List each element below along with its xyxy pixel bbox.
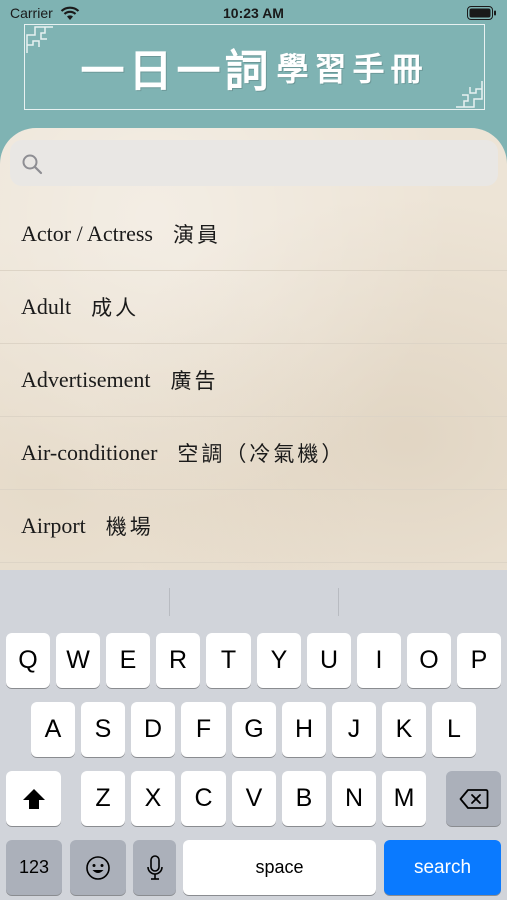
key-b[interactable]: B [282,771,326,826]
dictation-key[interactable] [133,840,176,895]
suggestion-divider [169,588,170,616]
app-title-sub: 學習手冊 [276,50,429,88]
key-z[interactable]: Z [81,771,125,826]
word-english: Actor / Actress [21,221,153,246]
search-key[interactable]: search [384,840,501,895]
delete-key[interactable] [446,771,501,826]
keyboard: Q W E R T Y U I O P A S D F G H J K L Z … [0,570,507,900]
word-chinese: 演員 [172,223,221,247]
key-m[interactable]: M [382,771,426,826]
key-q[interactable]: Q [6,633,50,688]
microphone-icon [146,854,163,880]
key-v[interactable]: V [232,771,276,826]
suggestion-divider [338,588,339,616]
word-english: Air-conditioner [21,440,158,465]
key-j[interactable]: J [332,702,376,757]
key-n[interactable]: N [332,771,376,826]
search-input[interactable] [50,140,490,186]
word-chinese: 廣告 [170,369,219,393]
clock: 10:23 AM [223,5,284,21]
word-chinese: 機場 [105,515,154,539]
list-item[interactable]: Adult 成人 [0,271,507,344]
word-chinese: 空調（冷氣機） [177,442,346,466]
shift-key[interactable] [6,771,61,826]
key-d[interactable]: D [131,702,175,757]
key-e[interactable]: E [106,633,150,688]
key-h[interactable]: H [282,702,326,757]
list-item[interactable]: Advertisement 廣告 [0,344,507,417]
key-f[interactable]: F [181,702,226,757]
key-c[interactable]: C [181,771,226,826]
key-t[interactable]: T [206,633,251,688]
key-i[interactable]: I [357,633,401,688]
key-r[interactable]: R [156,633,200,688]
key-x[interactable]: X [131,771,175,826]
search-bar[interactable] [10,140,498,186]
key-w[interactable]: W [56,633,100,688]
key-u[interactable]: U [307,633,351,688]
backspace-icon [459,788,488,809]
search-icon [22,154,43,175]
key-g[interactable]: G [232,702,276,757]
emoji-icon [86,855,110,880]
shift-icon [22,788,45,809]
app-title-main: 一日一詞 [80,46,273,97]
key-s[interactable]: S [81,702,125,757]
word-list-panel: Actor / Actress 演員 Adult 成人 Advertisemen… [0,128,507,570]
app-title: 一日一詞 學習手冊 [25,25,484,109]
key-l[interactable]: L [432,702,476,757]
list-item[interactable]: Airport 機場 [0,490,507,563]
word-english: Advertisement [21,367,151,392]
space-key[interactable]: space [183,840,376,895]
key-k[interactable]: K [382,702,426,757]
numbers-key[interactable]: 123 [6,840,62,895]
key-a[interactable]: A [31,702,75,757]
word-chinese: 成人 [91,296,140,320]
key-y[interactable]: Y [257,633,301,688]
battery-icon [467,6,496,20]
list-item[interactable]: Air-conditioner 空調（冷氣機） [0,417,507,490]
list-item[interactable]: Actor / Actress 演員 [0,198,507,271]
key-o[interactable]: O [407,633,451,688]
word-english: Adult [21,294,72,319]
key-p[interactable]: P [457,633,501,688]
emoji-key[interactable] [70,840,126,895]
app-banner: 一日一詞 學習手冊 [24,24,485,110]
word-english: Airport [21,513,86,538]
